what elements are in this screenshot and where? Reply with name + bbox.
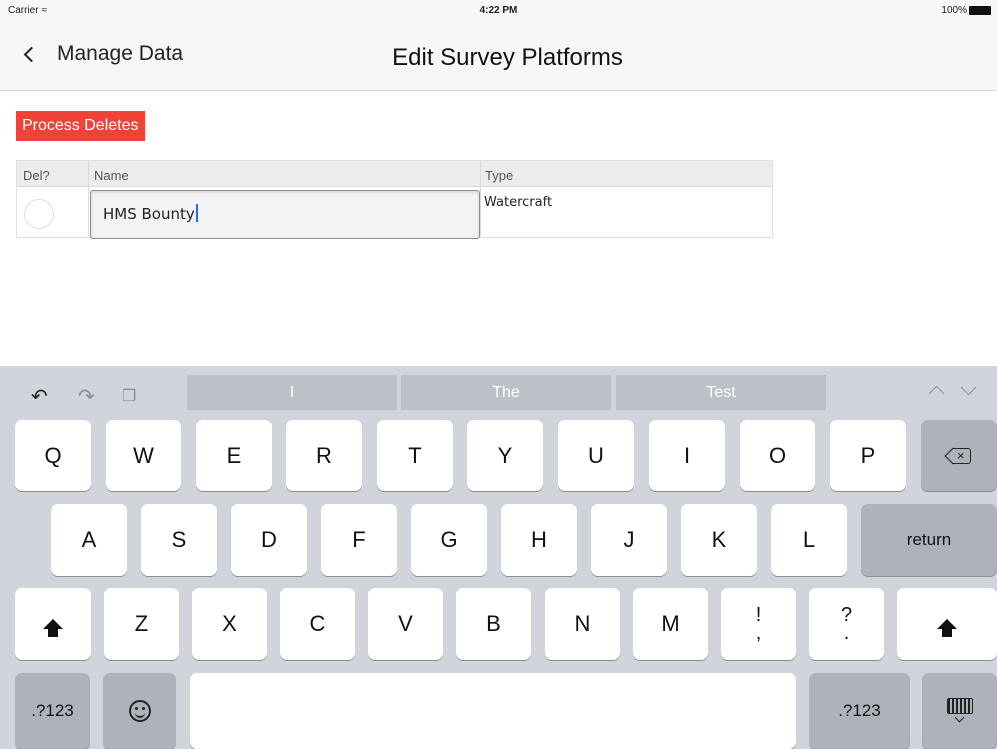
key-n[interactable]: N (545, 588, 620, 660)
undo-icon[interactable]: ↶ (31, 384, 48, 409)
key-r[interactable]: R (286, 420, 362, 491)
suggestion-item[interactable]: I (187, 375, 397, 410)
key-e[interactable]: E (196, 420, 272, 491)
emoji-icon (128, 700, 151, 722)
key-v[interactable]: V (368, 588, 443, 660)
key-c[interactable]: C (280, 588, 355, 660)
battery-icon (969, 6, 991, 15)
grid-header: Del? Name Type (17, 161, 772, 187)
column-header-name: Name (94, 168, 129, 183)
key-question-period[interactable]: ? . (809, 588, 884, 660)
key-g[interactable]: G (411, 504, 487, 576)
keyboard-dismiss-icon (945, 698, 975, 724)
backspace-key[interactable]: × (921, 420, 997, 491)
shift-icon (937, 619, 957, 637)
status-time: 4:22 PM (479, 5, 518, 16)
key-q[interactable]: Q (15, 420, 91, 491)
paste-icon[interactable]: ❐ (122, 386, 136, 406)
dismiss-keyboard-key[interactable] (922, 673, 997, 749)
battery-percent: 100% (941, 5, 967, 16)
key-k[interactable]: K (681, 504, 757, 576)
key-bottom-char: , (755, 622, 762, 644)
page-title: Edit Survey Platforms (392, 44, 623, 71)
backspace-icon: × (944, 447, 972, 465)
suggestion-item[interactable]: The (401, 375, 611, 410)
platforms-grid: Del? Name Type HMS Bounty Watercraft (16, 160, 773, 239)
key-j[interactable]: J (591, 504, 667, 576)
column-header-del: Del? (23, 168, 50, 183)
redo-icon[interactable]: ↷ (78, 384, 95, 409)
key-i[interactable]: I (649, 420, 725, 491)
onscreen-keyboard: ↶ ↷ ❐ I The Test Q W E R T Y U I O P × A… (0, 366, 997, 749)
return-key[interactable]: return (861, 504, 997, 576)
key-exclamation-comma[interactable]: ! , (721, 588, 796, 660)
key-u[interactable]: U (558, 420, 634, 491)
key-f[interactable]: F (321, 504, 397, 576)
delete-checkbox[interactable] (24, 199, 54, 229)
name-field-value: HMS Bounty (103, 205, 195, 223)
key-w[interactable]: W (106, 420, 181, 491)
shift-icon (43, 619, 63, 637)
key-a[interactable]: A (51, 504, 127, 576)
key-s[interactable]: S (141, 504, 217, 576)
process-deletes-button[interactable]: Process Deletes (16, 111, 145, 141)
key-b[interactable]: B (456, 588, 531, 660)
key-t[interactable]: T (377, 420, 453, 491)
key-z[interactable]: Z (104, 588, 179, 660)
key-m[interactable]: M (633, 588, 708, 660)
type-cell[interactable]: Watercraft (484, 195, 552, 210)
space-bar[interactable] (190, 673, 796, 749)
table-row: HMS Bounty Watercraft (17, 188, 772, 239)
key-h[interactable]: H (501, 504, 577, 576)
chevron-down-icon[interactable] (960, 379, 977, 396)
suggestion-item[interactable]: Test (616, 375, 826, 410)
key-o[interactable]: O (740, 420, 815, 491)
numbers-key-right[interactable]: .?123 (809, 673, 910, 749)
key-y[interactable]: Y (467, 420, 543, 491)
key-d[interactable]: D (231, 504, 307, 576)
key-l[interactable]: L (771, 504, 847, 576)
numbers-key-left[interactable]: .?123 (15, 673, 90, 749)
navigation-bar: Manage Data Edit Survey Platforms (0, 20, 997, 91)
emoji-key[interactable] (103, 673, 176, 749)
status-bar: Carrier ≈ 4:22 PM 100% (0, 0, 997, 20)
shift-key-right[interactable] (897, 588, 997, 660)
column-header-type: Type (485, 168, 514, 183)
shift-key-left[interactable] (15, 588, 91, 660)
text-caret (195, 204, 198, 222)
chevron-up-icon[interactable] (928, 385, 945, 402)
name-field[interactable]: HMS Bounty (90, 190, 480, 239)
key-x[interactable]: X (192, 588, 267, 660)
key-bottom-char: . (843, 622, 850, 644)
key-p[interactable]: P (830, 420, 906, 491)
